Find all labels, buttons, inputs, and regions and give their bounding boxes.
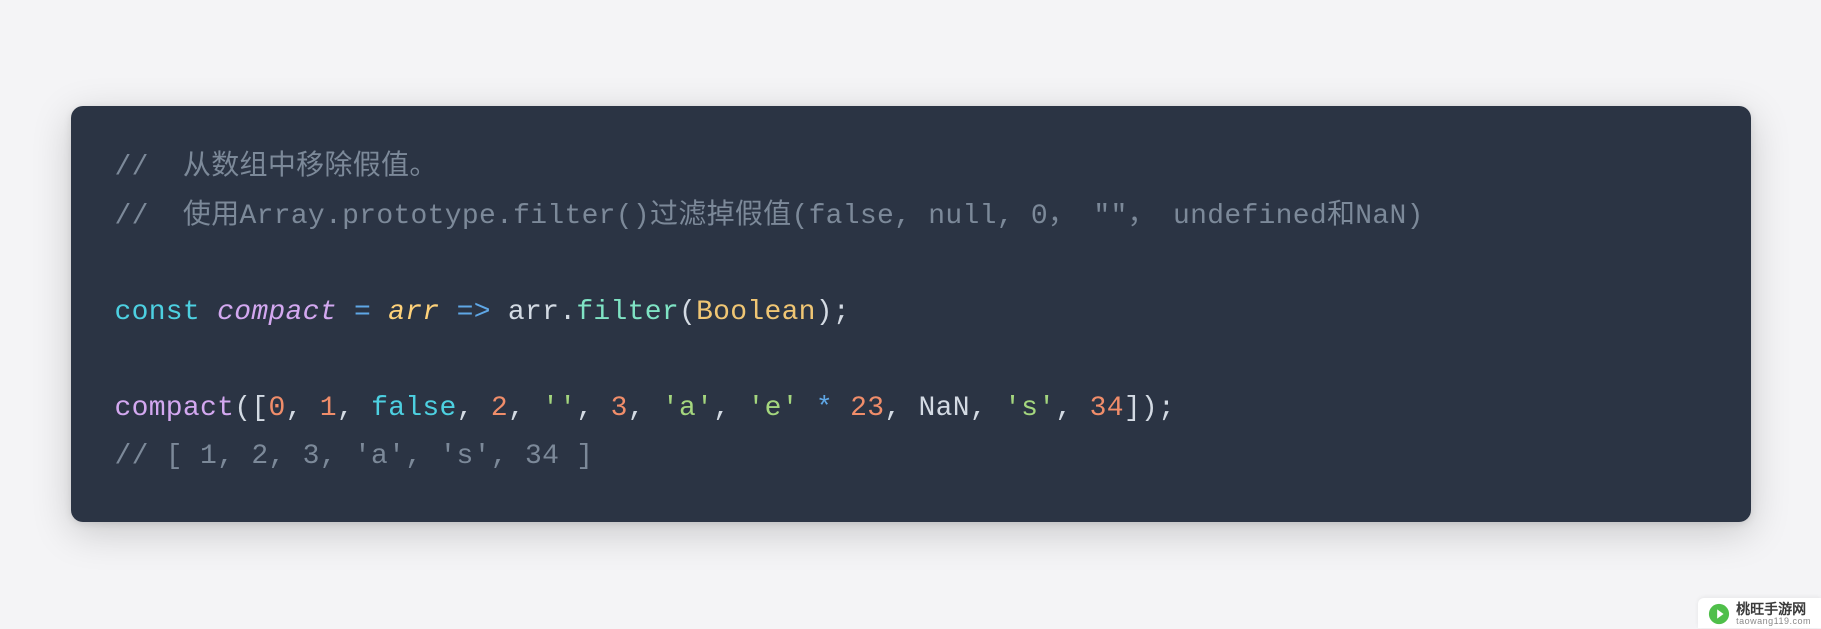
comment-result: // [ 1, 2, 3, 'a', 's', 34 ] [115,441,594,472]
code-line-2: // 使用Array.prototype.filter()过滤掉假值(false… [115,193,1707,241]
code-line-4: const compact = arr => arr.filter(Boolea… [115,289,1707,337]
watermark-name: 桃旺手游网 [1736,602,1811,617]
dot: . [559,297,576,328]
method-filter: filter [576,297,679,328]
number: 23 [850,393,884,424]
watermark-text: 桃旺手游网 taowang119.com [1736,602,1811,626]
comment-text: 使用Array.prototype.filter()过滤掉假值(false, n… [166,201,1424,232]
bracket-open: ([ [234,393,268,424]
fn-call-compact: compact [115,393,235,424]
watermark: 桃旺手游网 taowang119.com [1698,598,1821,628]
boolean-false: false [371,393,457,424]
number: 1 [320,393,337,424]
operator-arrow: => [439,297,507,328]
watermark-url: taowang119.com [1736,617,1811,626]
type-boolean: Boolean [696,297,816,328]
identifier-nan: NaN [919,393,970,424]
code-line-1: // 从数组中移除假值。 [115,144,1707,192]
number: 2 [491,393,508,424]
comment-text: 从数组中移除假值。 [166,152,438,183]
number: 3 [611,393,628,424]
watermark-logo-icon [1708,603,1730,625]
identifier-compact: compact [217,297,337,328]
code-line-6: compact([0, 1, false, 2, '', 3, 'a', 'e'… [115,385,1707,433]
comment-slashes: // [115,201,166,232]
operator-equals: = [337,297,388,328]
blank-line [115,337,1707,385]
code-block: // 从数组中移除假值。 // 使用Array.prototype.filter… [71,106,1751,521]
string: 'a' [662,393,713,424]
bracket-close: ]); [1124,393,1175,424]
operator-multiply: * [799,393,850,424]
paren-open: ( [679,297,696,328]
blank-line [115,241,1707,289]
code-line-7: // [ 1, 2, 3, 'a', 's', 34 ] [115,433,1707,481]
number: 0 [268,393,285,424]
semicolon: ; [833,297,850,328]
keyword-const: const [115,297,201,328]
string-empty: '' [542,393,576,424]
paren-close: ) [816,297,833,328]
number: 34 [1090,393,1124,424]
comment-slashes: // [115,152,166,183]
identifier-arr: arr [508,297,559,328]
string: 's' [1004,393,1055,424]
param-arr: arr [388,297,439,328]
string: 'e' [747,393,798,424]
